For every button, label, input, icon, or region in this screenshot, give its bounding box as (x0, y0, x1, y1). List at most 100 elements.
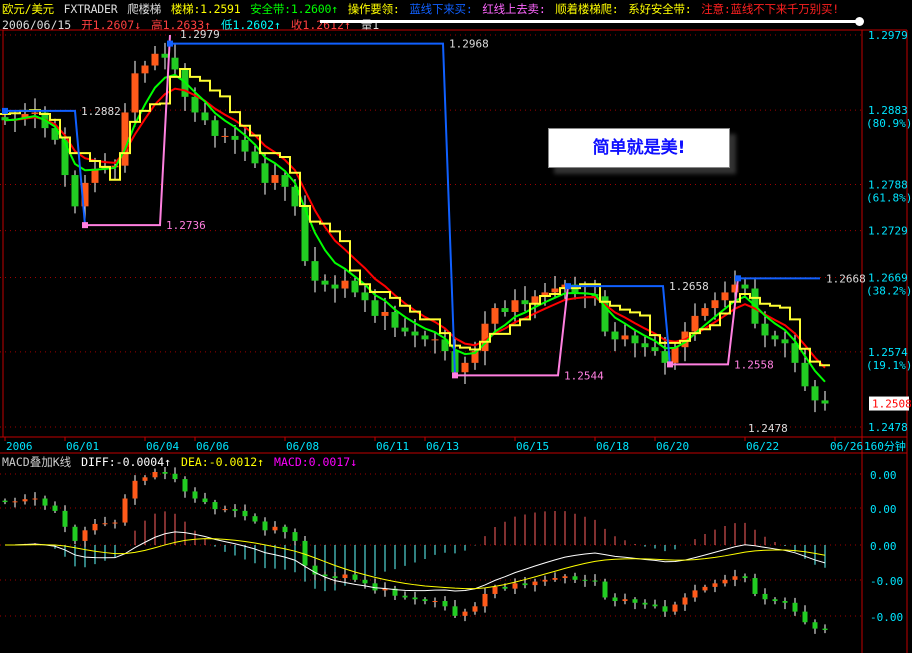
candle-body (191, 96, 199, 113)
candle-body (311, 261, 319, 281)
y-tick-pct: (19.1%) (866, 359, 912, 372)
candle-body (292, 532, 298, 541)
y-tick-label: 1.2574 (868, 346, 908, 359)
candle-body (342, 574, 348, 579)
candle-body (182, 479, 188, 492)
candle-body (592, 580, 598, 582)
candle-body (372, 583, 378, 591)
candle-body (772, 599, 778, 602)
macd-tick-label: 0.00 (870, 469, 897, 482)
ladder-node (2, 107, 8, 114)
candle-body (271, 175, 279, 183)
ladder-label: 1.2558 (734, 358, 774, 371)
x-tick-label: 06/08 (286, 440, 319, 453)
ladder-node (452, 372, 458, 379)
y-tick-label: 1.2478 (868, 421, 908, 434)
candle-body (822, 628, 828, 630)
candle-body (552, 578, 558, 580)
y-tick-label: 1.2979 (868, 29, 908, 42)
x-tick-label: 06/04 (146, 440, 179, 453)
candle-body (332, 576, 338, 579)
y-tick-label: 1.2729 (868, 225, 908, 238)
candle-body (22, 499, 28, 502)
x-tick-label: 06/11 (376, 440, 409, 453)
candle-body (682, 597, 688, 605)
x-tick-label: 06/15 (516, 440, 549, 453)
candle-body (501, 308, 509, 312)
macd-tick-label: -0.00 (870, 575, 903, 588)
candle-body (502, 586, 508, 589)
candle-body (281, 175, 289, 187)
candle-body (361, 292, 369, 301)
candle-body (62, 510, 68, 527)
candle-body (412, 597, 418, 600)
ladder-label: 1.2968 (449, 38, 489, 51)
candle-body (31, 112, 39, 115)
candle-body (12, 501, 18, 503)
candle-body (251, 151, 259, 164)
candle-body (701, 308, 709, 316)
candle-body (212, 502, 218, 510)
candle-body (142, 477, 148, 481)
candle-body (232, 509, 238, 511)
x-tick-label: 2006 (6, 440, 33, 453)
candle-body (192, 491, 198, 499)
candle-body (162, 472, 168, 474)
candle-body (71, 175, 79, 207)
ladder-node (735, 275, 741, 282)
macd-dea: DEA:-0.0012↑ (181, 455, 265, 469)
x-tick-label: 06/26 (830, 440, 863, 453)
candle-body (622, 599, 628, 602)
macd-tick-label: 0.00 (870, 540, 897, 553)
candle-body (522, 583, 528, 586)
candle-body (462, 611, 468, 616)
candle-body (801, 362, 809, 387)
low-label: 1.2478 (748, 422, 788, 435)
candle-body (402, 595, 408, 598)
candle-body (262, 521, 268, 531)
candle-body (651, 347, 659, 352)
candle-body (812, 622, 818, 629)
candle-body (741, 284, 749, 289)
ladder-label: 1.2544 (564, 369, 604, 382)
candle-body (721, 292, 729, 301)
x-tick-label: 06/06 (196, 440, 229, 453)
candle-body (242, 510, 248, 517)
candle-body (411, 331, 419, 336)
candle-body (171, 57, 179, 70)
y-tick-label: 1.2669 (868, 272, 908, 285)
candle-body (72, 526, 78, 541)
candle-body (472, 606, 478, 612)
candle-body (641, 343, 649, 348)
candle-body (521, 300, 529, 305)
candle-body (362, 579, 368, 584)
y-tick-pct: (61.8%) (866, 191, 912, 204)
candle-body (702, 586, 708, 591)
macd-tick-label: -0.00 (870, 611, 903, 624)
candle-body (491, 308, 499, 324)
macd-header: MACD叠加K线 DIFF:-0.0004↑ DEA:-0.0012↑ MACD… (2, 454, 360, 470)
candle-body (661, 351, 669, 363)
last-price: 1.2508 (872, 398, 912, 411)
macd-diff: DIFF:-0.0004↑ (81, 455, 172, 469)
y-tick-label: 1.2883 (868, 104, 908, 117)
candle-body (201, 112, 209, 121)
candle-body (712, 583, 718, 587)
candle-body (351, 280, 359, 293)
candle-body (761, 323, 769, 336)
period-label: 160分钟 (864, 439, 906, 453)
candle-body (672, 604, 678, 612)
candle-body (282, 526, 288, 533)
candle-body (222, 509, 228, 511)
candle-body (652, 604, 658, 607)
candle-body (642, 602, 648, 605)
candle-body (542, 579, 548, 582)
x-tick-label: 06/22 (746, 440, 779, 453)
candle-body (771, 335, 779, 340)
candle-body (802, 611, 808, 623)
candle-body (151, 53, 159, 66)
candle-body (532, 581, 538, 586)
candle-body (512, 583, 518, 589)
candle-body (52, 505, 58, 511)
candle-body (482, 593, 488, 607)
